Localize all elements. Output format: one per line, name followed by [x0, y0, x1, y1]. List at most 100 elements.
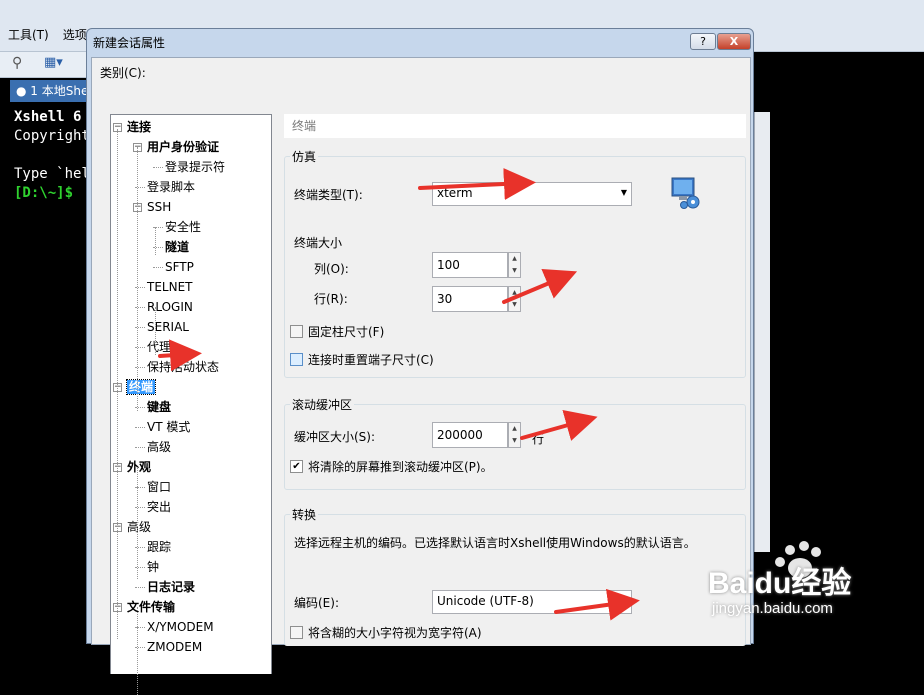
encoding-value: Unicode (UTF-8): [437, 594, 534, 608]
ambiguous-width-label: 将含糊的大小字符视为宽字符(A): [308, 626, 482, 640]
encoding-label: 编码(E):: [294, 596, 339, 610]
tree-item[interactable]: ZMODEM: [147, 637, 202, 657]
tree-item[interactable]: 高级: [127, 517, 151, 537]
tree-item[interactable]: SFTP: [165, 257, 194, 277]
reset-size-label: 连接时重置端子尺寸(C): [308, 353, 434, 367]
spin-up-icon[interactable]: ▲: [509, 287, 520, 299]
tree-connector: [135, 427, 145, 428]
tree-item-label: 终端: [125, 379, 157, 395]
tree-item-label: TELNET: [147, 280, 193, 294]
push-to-scrollback-checkbox[interactable]: ✔: [290, 460, 303, 473]
tree-connector: [153, 167, 163, 168]
tree-item[interactable]: 登录脚本: [147, 177, 195, 197]
tree-item-label: 登录脚本: [147, 180, 196, 194]
tree-item[interactable]: 键盘: [147, 397, 171, 417]
translation-group-title: 转换: [290, 506, 319, 523]
tree-item[interactable]: 保持活动状态: [147, 357, 219, 377]
tree-item[interactable]: X/YMODEM: [147, 617, 214, 637]
menu-tools[interactable]: 工具(T): [8, 26, 49, 44]
tree-item-label: 高级: [127, 520, 152, 534]
encoding-select[interactable]: Unicode (UTF-8) ▼: [432, 590, 632, 614]
terminal-size-title: 终端大小: [294, 236, 343, 250]
terminal-line: Copyright: [14, 128, 86, 144]
terminal-line: Xshell 6: [14, 109, 82, 125]
scrollback-size-label: 缓冲区大小(S):: [294, 430, 376, 444]
background-menu-bar: 工具(T) 选项: [0, 26, 87, 44]
tree-item-label: SERIAL: [147, 320, 189, 334]
spin-down-icon[interactable]: ▼: [509, 265, 520, 277]
rows-label: 行(R):: [314, 292, 348, 306]
menu-options[interactable]: 选项: [63, 26, 87, 44]
spin-up-icon[interactable]: ▲: [509, 423, 520, 435]
tree-item[interactable]: 窗口: [147, 477, 171, 497]
tree-item-label: 外观: [127, 460, 152, 474]
ambiguous-width-checkbox[interactable]: [290, 626, 303, 639]
terminal-type-select[interactable]: xterm ▼: [432, 182, 632, 206]
dialog-body: 类别(C): 连接 − 用户身份验证 − 登录提示符 登录脚本 SSH − 安全性 隧道 SFTP T…: [91, 57, 751, 695]
tree-item[interactable]: 高级: [147, 437, 171, 457]
tree-item[interactable]: 登录提示符: [165, 157, 225, 177]
fixed-size-checkbox[interactable]: [290, 325, 303, 338]
reset-size-checkbox[interactable]: [290, 353, 303, 366]
terminal-settings-icon: [669, 176, 703, 210]
tree-item[interactable]: RLOGIN: [147, 297, 193, 317]
tree-connector: [117, 129, 118, 639]
tree-item[interactable]: 用户身份验证: [147, 137, 219, 157]
chevron-down-icon: ▼: [620, 596, 627, 605]
background-window-panel: [754, 112, 770, 552]
tree-item[interactable]: 隧道: [165, 237, 189, 257]
tree-item[interactable]: 终端: [125, 377, 157, 397]
tree-item-label: 突出: [147, 500, 172, 514]
columns-spinner[interactable]: ▲ ▼: [508, 252, 521, 278]
background-toolbar: ⚲ ▦▾: [0, 52, 86, 78]
spin-down-icon[interactable]: ▼: [509, 435, 520, 447]
terminal-prompt: [D:\~]$: [14, 185, 74, 201]
watermark-brand: Baidu经验: [708, 567, 852, 600]
tree-item[interactable]: 文件传输: [127, 597, 175, 617]
tree-item[interactable]: 安全性: [165, 217, 201, 237]
layout-icon[interactable]: ▦▾: [44, 55, 63, 70]
tree-connector: [137, 487, 138, 579]
tree-item-label: VT 模式: [147, 420, 191, 434]
columns-label: 列(O):: [314, 262, 349, 276]
rows-spinner[interactable]: ▲ ▼: [508, 286, 521, 312]
rows-input[interactable]: 30: [432, 286, 508, 312]
tree-item[interactable]: VT 模式: [147, 417, 190, 437]
tree-item[interactable]: 日志记录: [147, 577, 195, 597]
category-tree[interactable]: 连接 − 用户身份验证 − 登录提示符 登录脚本 SSH − 安全性 隧道 SFTP TELNET RL…: [110, 114, 272, 695]
tree-connector: [155, 227, 156, 255]
tree-item-label: ZMODEM: [147, 640, 203, 654]
tree-item[interactable]: 代理: [147, 337, 171, 357]
watermark-url: jingyan.baidu.com: [712, 600, 833, 617]
tree-item-label: 用户身份验证: [147, 140, 220, 154]
tree-item[interactable]: 外观: [127, 457, 151, 477]
spin-up-icon[interactable]: ▲: [509, 253, 520, 265]
tree-item-label: 登录提示符: [165, 160, 226, 174]
tree-connector: [155, 307, 156, 355]
columns-input[interactable]: 100: [432, 252, 508, 278]
tree-item-label: X/YMODEM: [147, 620, 214, 634]
tree-item[interactable]: 连接: [127, 117, 151, 137]
tree-item-label: 文件传输: [127, 600, 176, 614]
tree-item[interactable]: 钟: [147, 557, 159, 577]
search-icon[interactable]: ⚲: [12, 55, 22, 71]
tree-item[interactable]: SERIAL: [147, 317, 189, 337]
tree-item[interactable]: TELNET: [147, 277, 193, 297]
scrollback-size-input[interactable]: 200000: [432, 422, 508, 448]
tree-item[interactable]: 突出: [147, 497, 171, 517]
tree-connector: [153, 267, 163, 268]
tree-item-label: SSH: [147, 200, 172, 214]
help-button[interactable]: ?: [690, 33, 716, 50]
terminal-type-label: 终端类型(T):: [294, 188, 363, 202]
baidu-watermark: Baidu经验 jingyan.baidu.com: [700, 540, 924, 644]
tree-item-label: 日志记录: [147, 580, 196, 594]
tree-item[interactable]: 跟踪: [147, 537, 171, 557]
tree-connector: [135, 587, 145, 588]
tree-item[interactable]: SSH: [147, 197, 171, 217]
terminal-type-value: xterm: [437, 186, 473, 200]
close-button[interactable]: X: [717, 33, 751, 50]
scrollback-group-title: 滚动缓冲区: [290, 396, 355, 413]
scrollback-spinner[interactable]: ▲ ▼: [508, 422, 521, 448]
session-tab[interactable]: ● 1 本地Shell: [10, 80, 86, 102]
spin-down-icon[interactable]: ▼: [509, 299, 520, 311]
